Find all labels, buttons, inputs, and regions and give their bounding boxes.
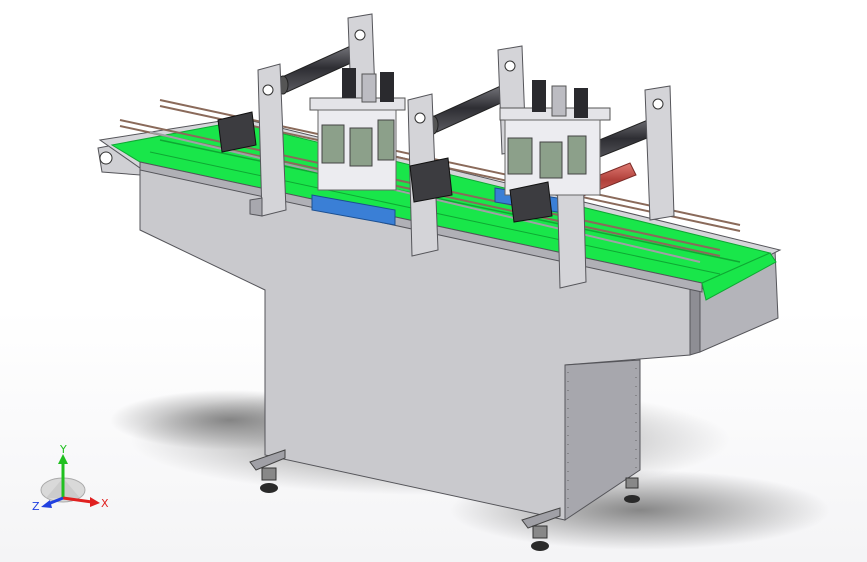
motor-center xyxy=(409,157,453,203)
z-axis-arrow xyxy=(41,500,52,508)
x-axis-arrow xyxy=(90,497,100,507)
upright-6 xyxy=(644,85,675,221)
cad-viewport[interactable]: Y X Z xyxy=(0,0,867,562)
conveyor-machine-model[interactable] xyxy=(0,0,867,562)
coordinate-triad[interactable]: Y X Z xyxy=(30,440,110,520)
y-axis-label: Y xyxy=(59,443,67,456)
x-axis-label: X xyxy=(101,497,109,510)
z-axis-label: Z xyxy=(32,500,40,513)
motor-left xyxy=(217,111,257,153)
